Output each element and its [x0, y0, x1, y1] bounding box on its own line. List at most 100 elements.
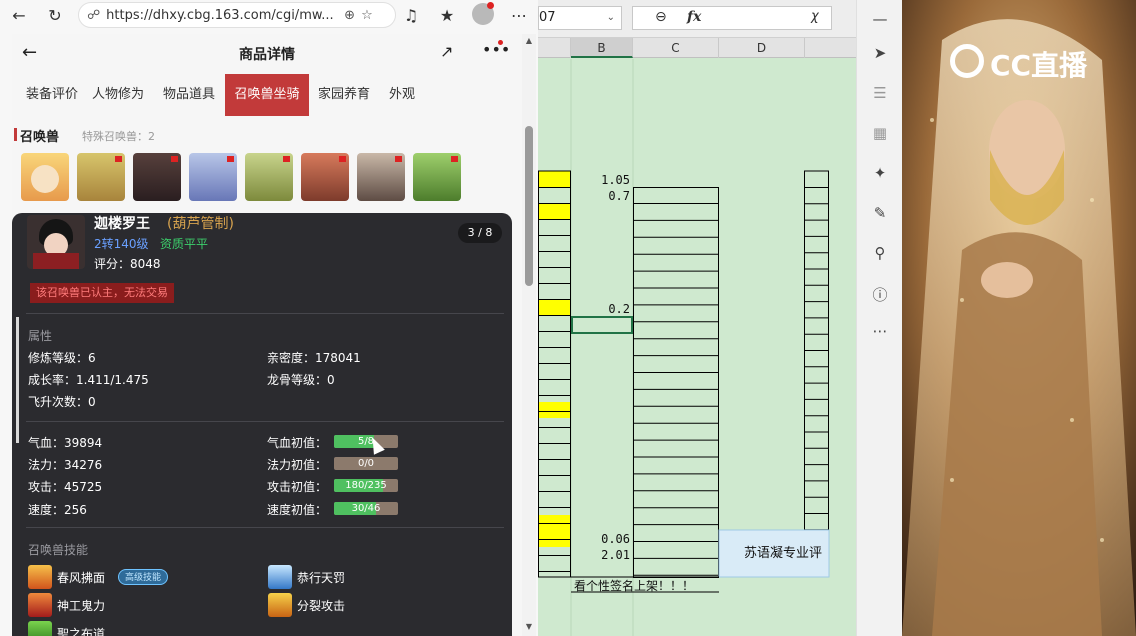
cursor-icon[interactable]: ➤: [857, 44, 903, 62]
tab-character[interactable]: 人物修为: [88, 74, 148, 116]
column-headers: B C D: [538, 38, 856, 58]
pet-score: 评分：8048: [94, 257, 161, 271]
divider: [26, 421, 504, 422]
growth-rate: 成长率：1.411/1.475: [28, 373, 149, 387]
pet-avatar[interactable]: [413, 153, 461, 201]
zoom-icon[interactable]: ⊕: [344, 8, 355, 23]
attack-stat: 攻击：45725: [28, 480, 103, 494]
address-bar[interactable]: ☍ https://dhxy.cbg.163.com/cgi/mw... ⊕ ☆: [78, 2, 396, 28]
url-text[interactable]: https://dhxy.cbg.163.com/cgi/mw...: [106, 8, 338, 23]
clear-formula-icon[interactable]: χ: [811, 9, 819, 24]
favorites-icon[interactable]: ★: [434, 2, 460, 28]
cell-d-text[interactable]: 苏语凝专业评: [744, 546, 854, 562]
hp-stat: 气血：39894: [28, 436, 103, 450]
scroll-thumb[interactable]: [525, 126, 533, 286]
pet-badge-icon: [171, 156, 178, 162]
mp-init-value: 0/0: [357, 458, 375, 469]
pet-avatar[interactable]: [133, 153, 181, 201]
cell-note[interactable]: 看个性签名上架！！！: [574, 578, 734, 594]
skill-icon-holy-sermon[interactable]: [28, 621, 52, 636]
column-header-c[interactable]: C: [633, 38, 719, 58]
formula-input[interactable]: ⊖ fx χ: [632, 6, 832, 30]
star-icon[interactable]: ☆: [361, 8, 373, 23]
help-icon[interactable]: ⓘ: [857, 284, 903, 305]
profile-icon[interactable]: [472, 2, 494, 25]
hp-init-value: 5/8: [357, 436, 375, 447]
lock-icon[interactable]: ☍: [87, 8, 100, 23]
skill-icon-divine-punishment[interactable]: [268, 565, 292, 589]
sliders-icon[interactable]: ☰: [857, 84, 903, 102]
sparkle-icon[interactable]: ✦: [857, 164, 903, 182]
speed-init-value: 30/46: [351, 503, 381, 514]
tab-appearance[interactable]: 外观: [384, 74, 420, 116]
cell-b-value[interactable]: 1.05: [572, 172, 630, 188]
mp-init-bar[interactable]: 0/0: [334, 457, 398, 470]
skill-icon-split-attack[interactable]: [268, 593, 292, 617]
pet-avatar[interactable]: [21, 153, 69, 201]
zoom-out-icon[interactable]: ⊖: [655, 9, 667, 25]
fx-icon[interactable]: fx: [687, 9, 701, 25]
back-icon[interactable]: ←: [6, 2, 32, 28]
page-indicator: 3 / 8: [458, 223, 502, 243]
refresh-icon[interactable]: ↻: [42, 2, 68, 28]
hp-init-bar[interactable]: 5/8: [334, 435, 398, 448]
attack-init-bar[interactable]: 180/235: [334, 479, 398, 492]
skill-name[interactable]: 聖之布道: [57, 625, 105, 636]
palette-icon[interactable]: ✎: [857, 204, 903, 222]
page-scrollbar[interactable]: ▲ ▼: [522, 34, 536, 636]
pet-avatar[interactable]: [245, 153, 293, 201]
pet-detail-card: 迦楼罗王 (葫芦管制) 2转140级 资质平平 评分：8048 3 / 8 该召…: [12, 213, 512, 636]
pet-subname: (葫芦管制): [167, 216, 234, 232]
music-icon[interactable]: ♫: [398, 2, 424, 28]
share-icon[interactable]: ↗: [440, 42, 453, 61]
more-icon[interactable]: ⋯: [506, 2, 532, 28]
attack-init-label: 攻击初值：: [267, 480, 328, 494]
search-doc-icon[interactable]: ⚲: [857, 244, 903, 262]
dragon-bone-level: 龙骨等级：0: [267, 373, 335, 387]
skill-icon-divine-force[interactable]: [28, 593, 52, 617]
cell-b-value[interactable]: 0.06: [572, 531, 630, 547]
more-icon[interactable]: ⋯: [857, 322, 903, 340]
skill-name[interactable]: 分裂攻击: [297, 597, 345, 614]
side-toolbar: — ➤ ☰ ▦ ✦ ✎ ⚲ ⓘ ⋯: [856, 0, 902, 636]
tab-equipment[interactable]: 装备评价: [18, 74, 86, 116]
layout-icon[interactable]: ▦: [857, 124, 903, 142]
pet-badge-icon: [115, 156, 122, 162]
cell-b-value[interactable]: 0.7: [572, 188, 630, 204]
pet-quality: 资质平平: [160, 237, 209, 251]
intimacy: 亲密度：178041: [267, 351, 361, 365]
cell-b-value[interactable]: 2.01: [572, 547, 630, 563]
minimize-icon[interactable]: —: [857, 10, 903, 28]
name-box[interactable]: 07 ⌄: [538, 6, 622, 30]
chevron-down-icon[interactable]: ⌄: [607, 7, 615, 29]
speed-init-bar[interactable]: 30/46: [334, 502, 398, 515]
pet-level: 2转140级: [94, 237, 149, 251]
attack-init-value: 180/235: [345, 480, 387, 491]
column-header-b[interactable]: B: [571, 38, 633, 58]
tab-home[interactable]: 家园养育: [315, 74, 373, 116]
streamer-photo: [902, 0, 1136, 636]
pet-avatar[interactable]: [77, 153, 125, 201]
mp-stat: 法力：34276: [28, 458, 103, 472]
pet-avatar[interactable]: [301, 153, 349, 201]
pet-badge-icon: [283, 156, 290, 162]
live-stream-video: CC直播: [902, 0, 1136, 636]
column-header-a[interactable]: [538, 38, 571, 58]
skill-name[interactable]: 春风拂面: [57, 569, 105, 586]
pet-portrait: [27, 215, 85, 269]
tab-items[interactable]: 物品道具: [158, 74, 220, 116]
pet-avatar[interactable]: [357, 153, 405, 201]
menu-dots-icon[interactable]: •••: [482, 40, 510, 59]
scroll-up-icon[interactable]: ▲: [522, 36, 536, 45]
tab-pets-mounts[interactable]: 召唤兽坐骑: [225, 74, 309, 116]
scroll-down-icon[interactable]: ▼: [522, 622, 536, 631]
pet-face-icon: [31, 165, 59, 193]
skill-icon-spring-breeze[interactable]: [28, 565, 52, 589]
pet-avatar[interactable]: [189, 153, 237, 201]
column-header-d[interactable]: D: [719, 38, 805, 58]
cell-b-value[interactable]: 0.2: [572, 301, 630, 317]
pet-badge-icon: [227, 156, 234, 162]
skill-name[interactable]: 神工鬼力: [57, 597, 105, 614]
skill-name[interactable]: 恭行天罚: [297, 569, 345, 586]
pet-badge-icon: [395, 156, 402, 162]
